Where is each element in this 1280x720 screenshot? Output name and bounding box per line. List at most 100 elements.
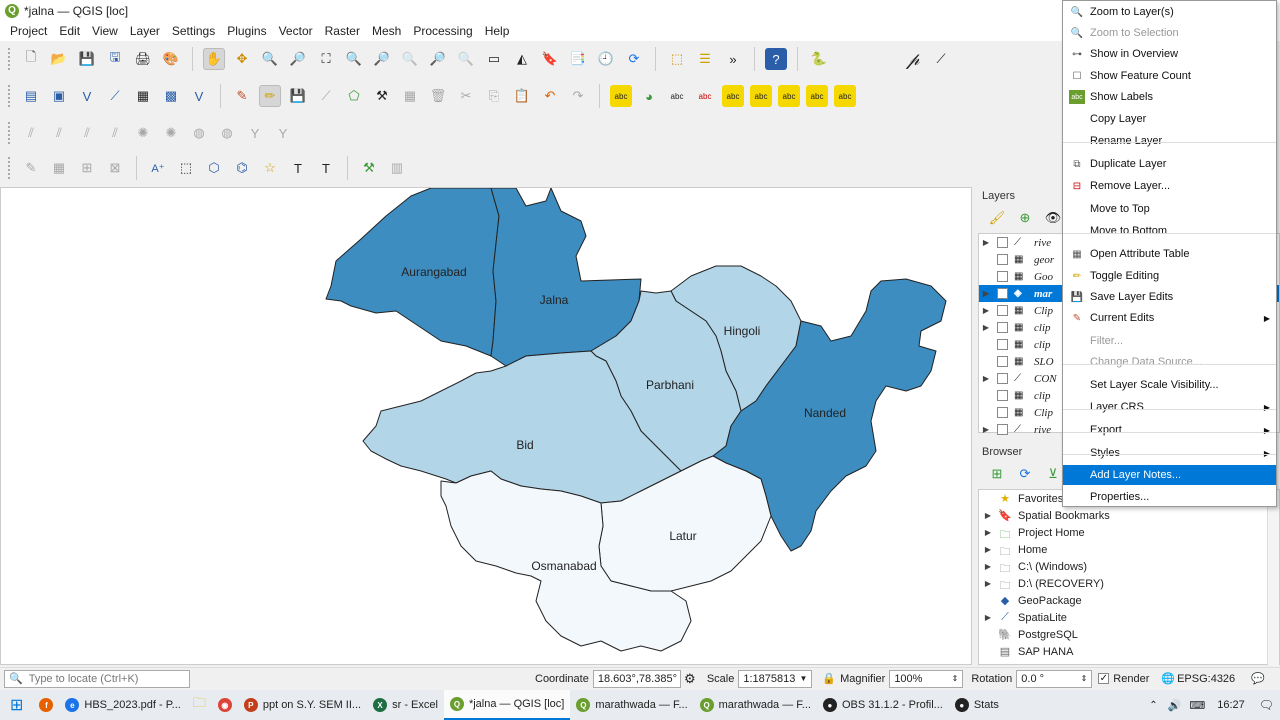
delete-ring-icon[interactable]: ◍ <box>188 122 210 144</box>
menu-item-save-layer-edits[interactable]: 💾 Save Layer Edits <box>1063 287 1276 307</box>
menu-item-add-layer-notes[interactable]: Add Layer Notes... <box>1063 465 1276 485</box>
copy-features-icon[interactable]: ⎘ <box>483 85 505 107</box>
menu-item-toggle-editing[interactable]: ✏ Toggle Editing <box>1063 266 1276 286</box>
menu-help[interactable]: Help <box>479 21 516 41</box>
digitize-icon[interactable]: ⟋ <box>315 85 337 107</box>
menu-item-layer-crs[interactable]: Layer CRS ▶ <box>1063 397 1276 417</box>
menu-item-properties[interactable]: Properties... <box>1063 487 1276 507</box>
expand-arrow-icon[interactable]: ▶ <box>979 323 993 332</box>
save-as-icon[interactable]: 🖫 <box>104 48 126 70</box>
layer-visibility-checkbox[interactable] <box>997 237 1008 248</box>
marker-annotation-icon[interactable]: ☆ <box>259 157 281 179</box>
layer-visibility-checkbox[interactable] <box>997 271 1008 282</box>
menu-item-rename-layer[interactable]: Rename Layer <box>1063 131 1276 151</box>
notifications-icon[interactable]: 🗨 <box>1253 698 1280 712</box>
pan-to-selection-icon[interactable]: ✥ <box>231 48 253 70</box>
layer-visibility-checkbox[interactable] <box>997 424 1008 435</box>
magnifier-spin-icon[interactable]: ⇕ <box>952 674 959 683</box>
zoom-next-icon[interactable]: 🔍 <box>455 48 477 70</box>
scale-field[interactable]: 1:1875813 ▼ <box>738 669 813 688</box>
browser-item[interactable]: ▤ SAP HANA <box>979 643 1279 660</box>
browser-item[interactable]: ▶ 🗀 D:\ (RECOVERY) <box>979 575 1279 593</box>
menu-item-current-edits[interactable]: ✎ Current Edits ▶ <box>1063 308 1276 328</box>
firefox-icon[interactable]: f <box>33 690 59 720</box>
select-annotation-icon[interactable]: ⬚ <box>175 157 197 179</box>
menu-vector[interactable]: Vector <box>273 21 319 41</box>
new-project-icon[interactable]: 🗋 <box>20 48 42 70</box>
add-vector-icon[interactable]: V <box>76 85 98 107</box>
help-icon[interactable]: ? <box>765 48 787 70</box>
print-layout-icon[interactable]: 🖨 <box>132 48 154 70</box>
layer-visibility-checkbox[interactable] <box>997 407 1008 418</box>
refresh-icon[interactable]: ⟳ <box>623 48 645 70</box>
save-edits-icon[interactable]: 💾 <box>287 85 309 107</box>
add-raster-icon[interactable]: ▩ <box>160 85 182 107</box>
browser-item[interactable]: 🐘 PostgreSQL <box>979 626 1279 643</box>
menu-project[interactable]: Project <box>4 21 53 41</box>
expand-arrow-icon[interactable]: ▶ <box>979 528 997 537</box>
menu-item-zoom-to-selection[interactable]: 🔍 Zoom to Selection <box>1063 23 1276 43</box>
menu-item-move-to-top[interactable]: Move to Top <box>1063 199 1276 219</box>
browser-item[interactable]: ▶ 🗀 C:\ (Windows) <box>979 558 1279 576</box>
browser-scrollbar[interactable] <box>1267 490 1279 666</box>
render-checkbox[interactable]: ✓ <box>1098 673 1110 684</box>
zoom-layer-icon[interactable]: 🔎 <box>371 48 393 70</box>
menu-processing[interactable]: Processing <box>407 21 478 41</box>
layer-visibility-checkbox[interactable] <box>997 373 1008 384</box>
simplify-icon[interactable]: ⫽ <box>76 122 98 144</box>
file-explorer-icon[interactable]: 🗀 <box>187 690 212 720</box>
toggle-editing-icon[interactable]: ✏ <box>259 85 281 107</box>
layer-visibility-checkbox[interactable] <box>997 322 1008 333</box>
rotation-spin-icon[interactable]: ⇕ <box>1081 674 1088 683</box>
browser-item[interactable]: ◆ GeoPackage <box>979 592 1279 609</box>
add-ring-icon[interactable]: ⫽ <box>104 122 126 144</box>
toggle-extents-icon[interactable]: ⚙ <box>681 668 699 690</box>
scale-dropdown-icon[interactable]: ▼ <box>799 674 807 683</box>
add-group-icon[interactable]: ⊕ <box>1014 207 1036 229</box>
style-manager-icon[interactable]: 🎨 <box>160 48 182 70</box>
rotation-field[interactable]: 0.0 ° ⇕ <box>1016 669 1093 688</box>
ime-icon[interactable]: ⌨ <box>1185 699 1209 712</box>
browser-item[interactable]: ▶ 🔖 Spatial Bookmarks <box>979 507 1279 524</box>
menu-item-export[interactable]: Export ▶ <box>1063 420 1276 440</box>
digitize-tool-icon[interactable]: ⟋ <box>930 48 952 70</box>
browser-refresh-icon[interactable]: ⟳ <box>1014 463 1036 485</box>
taskbar-app[interactable]: Xsr - Excel <box>367 690 444 720</box>
show-hide-labels-icon[interactable]: abc <box>694 85 716 107</box>
label-props-icon[interactable]: abc <box>806 85 828 107</box>
identify-icon[interactable]: ⚒ <box>358 157 380 179</box>
rotate-feature-icon[interactable]: ⫽ <box>48 122 70 144</box>
layer-visibility-checkbox[interactable] <box>997 390 1008 401</box>
advanced-digitize-icon[interactable]: ⫽ <box>20 122 42 144</box>
expand-arrow-icon[interactable]: ▶ <box>979 511 997 520</box>
locator-bar[interactable]: 🔍 Type to locate (Ctrl+K) <box>4 669 190 688</box>
menu-view[interactable]: View <box>86 21 124 41</box>
rotate-label-icon[interactable]: abc <box>750 85 772 107</box>
text-style-icon[interactable]: T <box>315 157 337 179</box>
open-project-icon[interactable]: 📂 <box>48 48 70 70</box>
layer-visibility-checkbox[interactable] <box>997 356 1008 367</box>
browser-item[interactable]: ▶ 🗀 Home <box>979 541 1279 559</box>
layer-visibility-checkbox[interactable] <box>997 305 1008 316</box>
modify-attributes-icon[interactable]: ▦ <box>399 85 421 107</box>
zoom-in-icon[interactable]: 🔍 <box>259 48 281 70</box>
expand-arrow-icon[interactable]: ▶ <box>979 289 993 298</box>
form-annotation-icon[interactable]: ⊞ <box>76 157 98 179</box>
coordinate-field[interactable]: 18.603°,78.385° <box>592 669 681 688</box>
tray-chevron-icon[interactable]: ⌃ <box>1143 700 1163 711</box>
change-label-icon[interactable]: abc <box>778 85 800 107</box>
add-selected-icon[interactable]: ⊞ <box>986 463 1008 485</box>
expand-arrow-icon[interactable]: ▶ <box>979 425 993 434</box>
add-table-icon[interactable]: ▦ <box>132 85 154 107</box>
show-bookmarks-icon[interactable]: 📑 <box>567 48 589 70</box>
zoom-native-icon[interactable]: 🔍 <box>399 48 421 70</box>
menu-item-show-in-overview[interactable]: ⊶ Show in Overview <box>1063 44 1276 64</box>
toolbar-overflow-icon[interactable]: » <box>722 48 744 70</box>
new-bookmark-icon[interactable]: 🔖 <box>539 48 561 70</box>
offset-curve-icon[interactable]: Y <box>272 122 294 144</box>
new-map-view-icon[interactable]: ▭ <box>483 48 505 70</box>
taskbar-app[interactable]: Qmarathwada — F... <box>570 690 693 720</box>
menu-item-open-attribute-table[interactable]: ▦ Open Attribute Table <box>1063 244 1276 264</box>
style-panel-icon[interactable]: 🖌 <box>986 207 1008 229</box>
speaker-icon[interactable]: 🔊 <box>1164 699 1186 712</box>
